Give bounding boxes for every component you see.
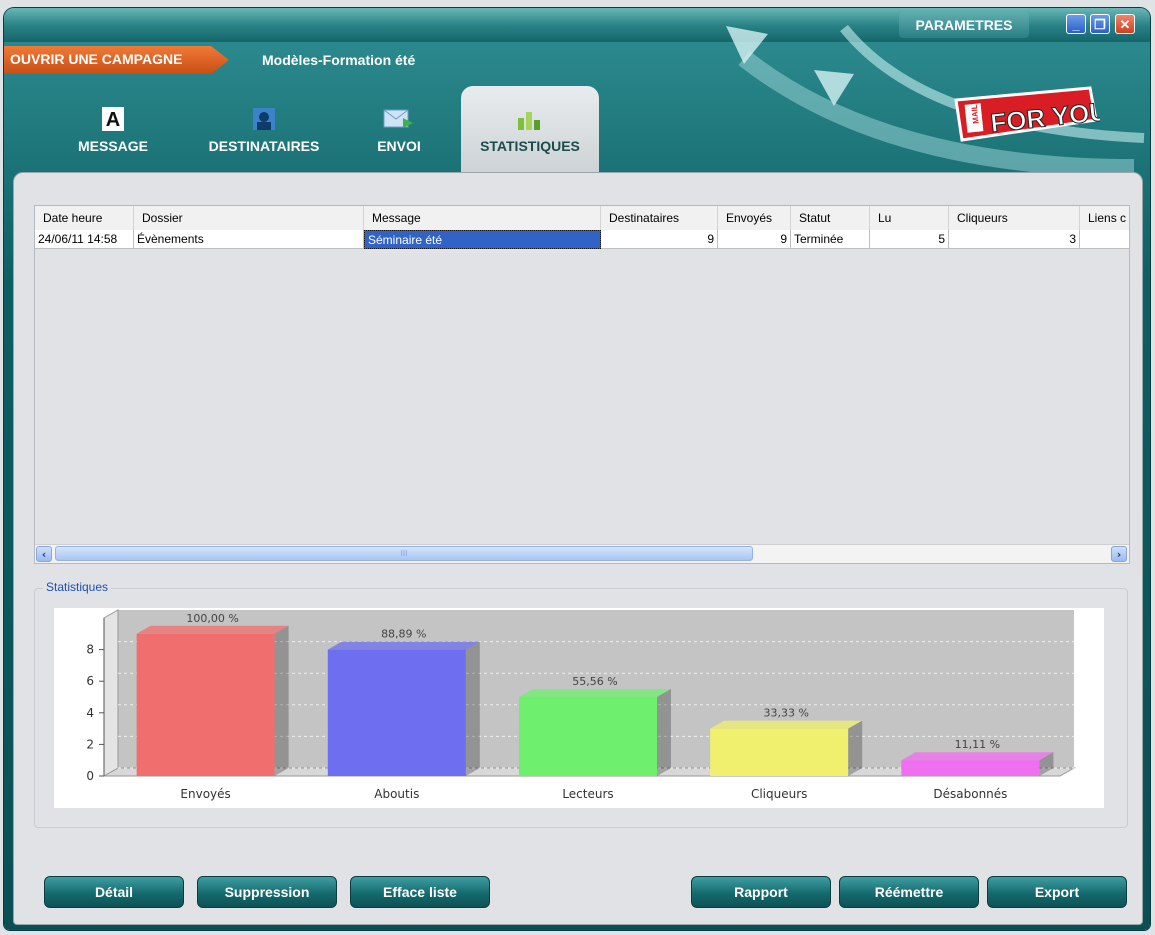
suppression-button[interactable]: Suppression: [197, 876, 337, 908]
statistics-legend: Statistiques: [43, 580, 112, 594]
bar-4: [901, 760, 1040, 776]
y-tick-label: 6: [86, 674, 94, 688]
bar-top-0: [136, 625, 289, 634]
bar-side-0: [274, 625, 289, 776]
detail-button[interactable]: Détail: [44, 876, 184, 908]
cell-destinataires: 9: [601, 230, 718, 249]
bar-top-4: [901, 752, 1054, 761]
scroll-right-icon[interactable]: ›: [1111, 546, 1127, 562]
open-campaign-button[interactable]: OUVRIR UNE CAMPAGNE: [4, 46, 229, 74]
efface-liste-button[interactable]: Efface liste: [350, 876, 490, 908]
bar-label-4: 11,11 %: [955, 738, 1000, 751]
content-panel: Date heure Dossier Message Destinataires…: [13, 172, 1143, 925]
bar-label-2: 55,56 %: [572, 675, 617, 688]
recipients-icon: [253, 108, 275, 130]
cell-message[interactable]: Séminaire été: [364, 230, 601, 249]
table-row[interactable]: 24/06/11 14:58 Évènements Séminaire été …: [35, 230, 1129, 249]
tab-message[interactable]: A MESSAGE: [54, 86, 172, 172]
horizontal-scrollbar[interactable]: ‹ III ›: [35, 544, 1129, 563]
statistics-chart: 0 2 4 6 8 100,00 % Envoyés 88,89 % Aboutis 55,56 …: [86, 609, 1076, 801]
stats-icon: [518, 112, 540, 130]
scroll-left-icon[interactable]: ‹: [36, 546, 52, 562]
table-header: Date heure Dossier Message Destinataires…: [35, 206, 1129, 231]
col-envoyes[interactable]: Envoyés: [718, 206, 791, 230]
bar-top-1: [327, 641, 480, 650]
statistics-group: Statistiques 0 2 4 6 8 100,00 % Envoyés 88,89 %…: [34, 580, 1128, 828]
category-label-2: Lecteurs: [562, 787, 613, 801]
col-statut[interactable]: Statut: [791, 206, 870, 230]
col-message[interactable]: Message: [364, 206, 601, 230]
scroll-thumb[interactable]: III: [55, 546, 753, 561]
message-icon: A: [102, 107, 124, 131]
campaign-table: Date heure Dossier Message Destinataires…: [34, 205, 1130, 564]
y-tick-label: 4: [86, 706, 94, 720]
cell-statut: Terminée: [791, 230, 870, 249]
y-tick-label: 8: [86, 643, 94, 657]
mail-for-you-logo: FOR YOU MAIL: [954, 86, 1100, 142]
statistics-chart-area: 0 2 4 6 8 100,00 % Envoyés 88,89 % Aboutis 55,56 …: [54, 608, 1104, 808]
export-button[interactable]: Export: [987, 876, 1127, 908]
open-campaign-label: OUVRIR UNE CAMPAGNE: [10, 51, 183, 67]
col-cliqueurs[interactable]: Cliqueurs: [949, 206, 1080, 230]
bar-0: [136, 633, 275, 776]
bar-3: [710, 728, 849, 776]
app-window: PARAMETRES _ ❐ ✕ OUVRIR UNE CAMPAGNE Mod…: [4, 8, 1150, 930]
parametres-button[interactable]: PARAMETRES: [899, 12, 1029, 38]
category-label-1: Aboutis: [374, 787, 419, 801]
bar-label-0: 100,00 %: [186, 612, 238, 625]
cell-dossier: Évènements: [134, 230, 364, 249]
scroll-grip: III: [400, 549, 408, 558]
svg-text:A: A: [106, 109, 120, 131]
restore-button[interactable]: ❐: [1090, 14, 1110, 34]
cell-envoyes: 9: [718, 230, 791, 249]
tab-destinataires-label: DESTINATAIRES: [208, 138, 320, 154]
tab-envoi-label: ENVOI: [377, 138, 421, 154]
category-label-0: Envoyés: [180, 787, 230, 801]
close-button[interactable]: ✕: [1115, 14, 1135, 34]
col-liens[interactable]: Liens c: [1080, 206, 1129, 230]
bar-2: [519, 697, 657, 776]
cell-cliqueurs: 3: [949, 230, 1080, 249]
category-label-3: Cliqueurs: [751, 787, 807, 801]
bar-1: [327, 649, 466, 776]
bar-top-3: [710, 720, 863, 729]
tab-statistiques[interactable]: STATISTIQUES: [461, 86, 599, 172]
tab-envoi[interactable]: ENVOI: [354, 86, 444, 172]
bar-label-1: 88,89 %: [381, 628, 426, 641]
minimize-button[interactable]: _: [1066, 14, 1086, 34]
y-tick-label: 2: [86, 737, 94, 751]
bar-side-1: [465, 641, 480, 776]
bar-label-3: 33,33 %: [763, 707, 808, 720]
tab-destinataires[interactable]: DESTINATAIRES: [189, 86, 339, 172]
y-tick-label: 0: [86, 769, 94, 783]
category-label-4: Désabonnés: [933, 787, 1007, 801]
plot-left-wall: [103, 609, 119, 777]
tab-statistiques-label: STATISTIQUES: [480, 138, 580, 154]
cell-liens: [1080, 230, 1129, 249]
bar-side-2: [657, 689, 671, 776]
bar-side-3: [848, 720, 863, 776]
col-destinataires[interactable]: Destinataires: [601, 206, 718, 230]
col-date[interactable]: Date heure: [35, 206, 134, 230]
rapport-button[interactable]: Rapport: [691, 876, 831, 908]
cell-lu: 5: [870, 230, 949, 249]
cell-date: 24/06/11 14:58: [35, 230, 134, 249]
col-dossier[interactable]: Dossier: [134, 206, 364, 230]
reemettre-button[interactable]: Réémettre: [839, 876, 979, 908]
bar-top-2: [519, 689, 671, 697]
tab-message-label: MESSAGE: [77, 138, 148, 154]
campaign-title: Modèles-Formation été: [262, 52, 416, 68]
col-lu[interactable]: Lu: [870, 206, 949, 230]
send-icon: [383, 109, 413, 128]
